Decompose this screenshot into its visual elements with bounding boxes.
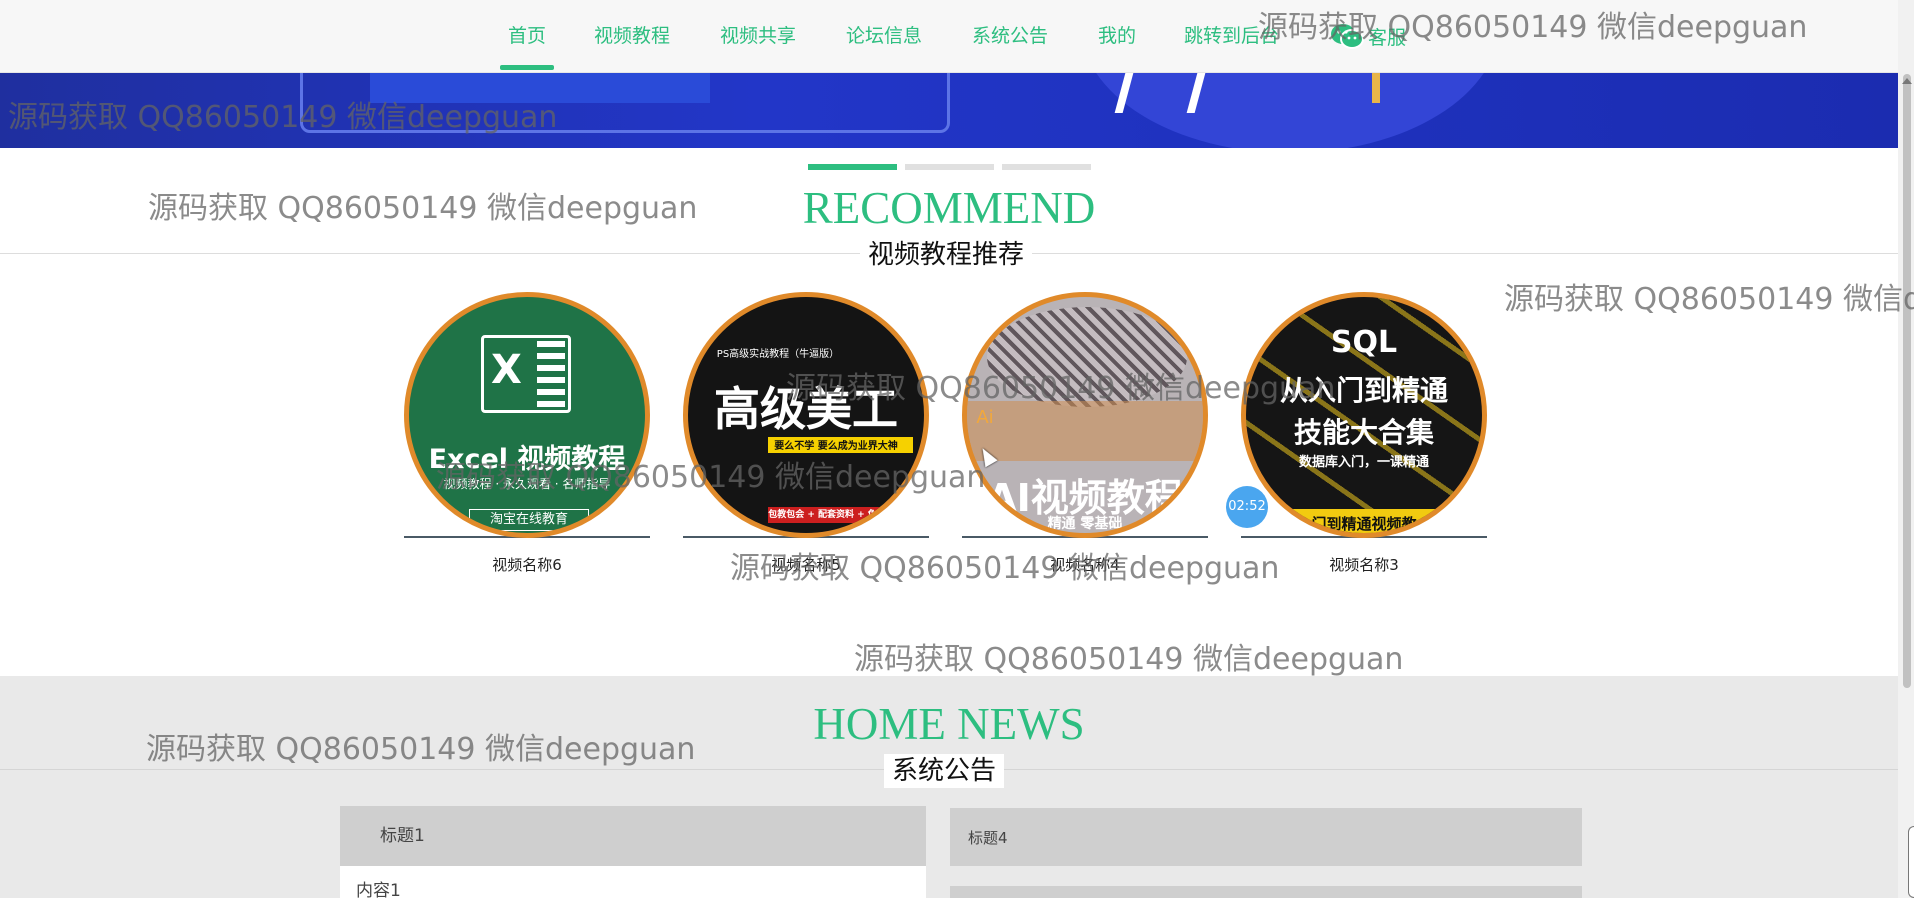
news-item-content: 内容1 (340, 866, 926, 898)
hero-banner[interactable] (0, 73, 1898, 148)
video-card-5[interactable]: PS高级实战教程（牛逼版） 高级美工 要么不学 要么成为业界大神 包教包会 + … (683, 292, 929, 575)
nav-admin-link[interactable]: 跳转到后台 (1184, 0, 1279, 73)
carousel-dot-2[interactable] (905, 164, 994, 170)
video-thumbnail[interactable]: SQL 从入门到精通 技能大合集 数据库入门，一课精通 门到精通视频教 (1241, 292, 1487, 538)
wechat-icon (1331, 24, 1364, 49)
thumb-subtitle: 精通 零基础 (1047, 516, 1123, 532)
nav-announcements[interactable]: 系统公告 (972, 0, 1048, 73)
nav-home[interactable]: 首页 (499, 0, 555, 73)
video-card-3[interactable]: SQL 从入门到精通 技能大合集 数据库入门，一课精通 门到精通视频教 视频名称… (1241, 292, 1487, 575)
thumb-title: 高级美工 (714, 382, 898, 436)
thumb-top-text: PS高级实战教程（牛逼版） (716, 349, 840, 360)
scrollbar-thumb[interactable] (1903, 74, 1911, 688)
thumb-title: SQL (1330, 325, 1398, 360)
top-nav: 首页 视频教程 视频共享 论坛信息 系统公告 我的 跳转到后台 客服 (0, 0, 1898, 73)
video-name[interactable]: 视频名称4 (962, 554, 1208, 575)
carousel-dot-1[interactable] (808, 164, 897, 170)
news-title-en: HOME NEWS (813, 699, 1085, 749)
nav-mine[interactable]: 我的 (1098, 0, 1136, 73)
thumb-subtitle: 数据库入门，一课精通 (1298, 455, 1429, 470)
thumb-subtitle: 视频教程 · 永久观看 · 名师指导 (443, 477, 611, 491)
thumb-tag: 淘宝在线教育 (469, 509, 589, 531)
thumb-tag: 包教包会 + 配套资料 + 免费答疑 (768, 510, 904, 520)
video-name[interactable]: 视频名称5 (683, 554, 929, 575)
thumb-title: Excel 视频教程 (428, 444, 626, 475)
thumb-title-line2: 从入门到精通 (1279, 374, 1448, 407)
nav-forum[interactable]: 论坛信息 (846, 0, 922, 73)
floating-timer-button[interactable]: 02:52 (1226, 486, 1268, 528)
news-item-title[interactable]: 标题4 (950, 808, 1582, 866)
banner-tag (370, 73, 710, 103)
scroll-up-icon[interactable] (1902, 78, 1912, 84)
side-drawer-handle[interactable] (1908, 826, 1914, 898)
video-thumbnail[interactable]: Ai AI视频教程 精通 零基础 (962, 292, 1208, 538)
news-item-title[interactable]: 标题1 (340, 806, 926, 866)
banner-figure-accent (1320, 73, 1380, 103)
recommend-title-cn: 视频教程推荐 (860, 238, 1033, 272)
video-thumbnail[interactable]: PS高级实战教程（牛逼版） 高级美工 要么不学 要么成为业界大神 包教包会 + … (683, 292, 929, 538)
video-card-6[interactable]: X Excel 视频教程 视频教程 · 永久观看 · 名师指导 淘宝在线教育 视… (404, 292, 650, 575)
video-card-4[interactable]: Ai AI视频教程 精通 零基础 视频名称4 (962, 292, 1208, 575)
watermark-text: 源码获取 QQ86050149 微信deepguan (854, 642, 1404, 677)
video-thumbnail[interactable]: X Excel 视频教程 视频教程 · 永久观看 · 名师指导 淘宝在线教育 (404, 292, 650, 538)
nav-video-tutorials[interactable]: 视频教程 (594, 0, 670, 73)
banner-figure (1114, 73, 1206, 113)
customer-service-label: 客服 (1368, 26, 1407, 49)
carousel-dot-3[interactable] (1002, 164, 1091, 170)
thumb-top-text: Ai (976, 407, 994, 428)
thumb-title-line3: 技能大合集 (1293, 416, 1434, 449)
thumb-subtitle: 要么不学 要么成为业界大神 (774, 441, 898, 452)
watermark-text: 源码获取 QQ86050149 微信d (1504, 282, 1914, 317)
news-item-placeholder (950, 886, 1582, 898)
nav-video-share[interactable]: 视频共享 (720, 0, 796, 73)
customer-service-button[interactable]: 客服 (1330, 19, 1406, 53)
recommend-title-en: RECOMMEND (802, 183, 1096, 233)
news-title-cn: 系统公告 (884, 754, 1005, 788)
video-name[interactable]: 视频名称3 (1241, 554, 1487, 575)
thumb-tag: 门到精通视频教 (1311, 515, 1417, 533)
carousel-indicators (808, 164, 1091, 170)
video-name[interactable]: 视频名称6 (404, 554, 650, 575)
